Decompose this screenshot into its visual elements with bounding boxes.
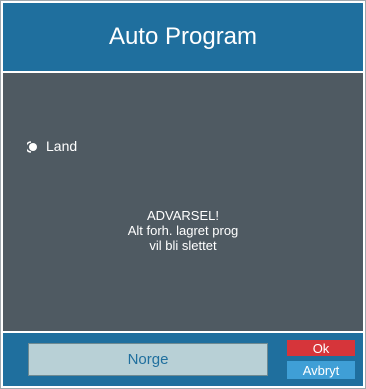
dialog-footer: Norge Ok Avbryt bbox=[3, 333, 363, 386]
cancel-button-label: Avbryt bbox=[302, 362, 340, 378]
warning-message: ADVARSEL! Alt forh. lagret prog vil bli … bbox=[3, 208, 363, 253]
warning-text-line: vil bli slettet bbox=[149, 238, 217, 253]
country-value: Norge bbox=[127, 351, 169, 368]
radio-selected-icon bbox=[27, 141, 37, 153]
land-option[interactable]: Land bbox=[27, 138, 77, 154]
warning-text-line: Alt forh. lagret prog bbox=[127, 223, 239, 238]
warning-heading: ADVARSEL! bbox=[146, 208, 219, 223]
land-option-label: Land bbox=[46, 138, 78, 154]
ok-button-label: Ok bbox=[312, 340, 330, 356]
dialog-content: Land ADVARSEL! Alt forh. lagret prog vil… bbox=[3, 73, 363, 331]
dialog-title: Auto Program bbox=[108, 23, 258, 50]
ok-button[interactable]: Ok bbox=[287, 340, 355, 356]
country-select[interactable]: Norge bbox=[28, 343, 268, 376]
dialog-title-bar: Auto Program bbox=[3, 3, 363, 71]
auto-program-dialog: Auto Program Land ADVARSEL! Alt forh. la… bbox=[0, 0, 366, 389]
cancel-button[interactable]: Avbryt bbox=[287, 361, 355, 379]
